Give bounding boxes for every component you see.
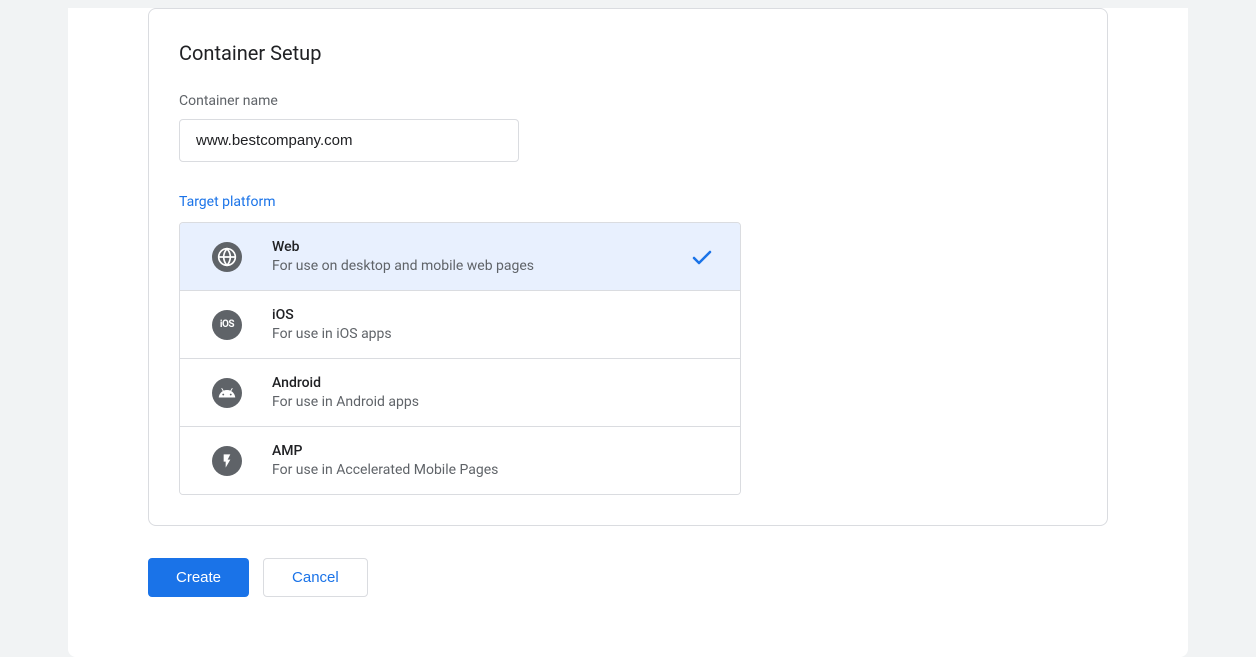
platform-text: Web For use on desktop and mobile web pa… <box>272 239 680 274</box>
platform-option-android[interactable]: Android For use in Android apps <box>180 359 740 427</box>
button-row: Create Cancel <box>148 558 1108 597</box>
container-name-label: Container name <box>179 93 1077 109</box>
page-container: Container Setup Container name Target pl… <box>68 8 1188 657</box>
container-setup-card: Container Setup Container name Target pl… <box>148 8 1108 526</box>
platform-title: Web <box>272 239 680 255</box>
platform-title: iOS <box>272 307 720 323</box>
platform-option-amp[interactable]: AMP For use in Accelerated Mobile Pages <box>180 427 740 494</box>
platform-title: Android <box>272 375 720 391</box>
check-icon <box>690 245 714 269</box>
platform-text: AMP For use in Accelerated Mobile Pages <box>272 443 720 478</box>
platform-text: iOS For use in iOS apps <box>272 307 720 342</box>
web-icon <box>212 242 242 272</box>
platform-desc: For use in Accelerated Mobile Pages <box>272 462 720 478</box>
android-icon <box>212 378 242 408</box>
platform-text: Android For use in Android apps <box>272 375 720 410</box>
platform-title: AMP <box>272 443 720 459</box>
platform-desc: For use on desktop and mobile web pages <box>272 258 680 274</box>
container-name-input[interactable] <box>179 119 519 162</box>
platform-option-web[interactable]: Web For use on desktop and mobile web pa… <box>180 223 740 291</box>
ios-icon: iOS <box>212 310 242 340</box>
amp-icon <box>212 446 242 476</box>
platform-desc: For use in Android apps <box>272 394 720 410</box>
target-platform-label: Target platform <box>179 194 1077 210</box>
card-title: Container Setup <box>179 41 1077 65</box>
platform-option-ios[interactable]: iOS iOS For use in iOS apps <box>180 291 740 359</box>
platform-desc: For use in iOS apps <box>272 326 720 342</box>
platform-list: Web For use on desktop and mobile web pa… <box>179 222 741 495</box>
create-button[interactable]: Create <box>148 558 249 597</box>
cancel-button[interactable]: Cancel <box>263 558 368 597</box>
